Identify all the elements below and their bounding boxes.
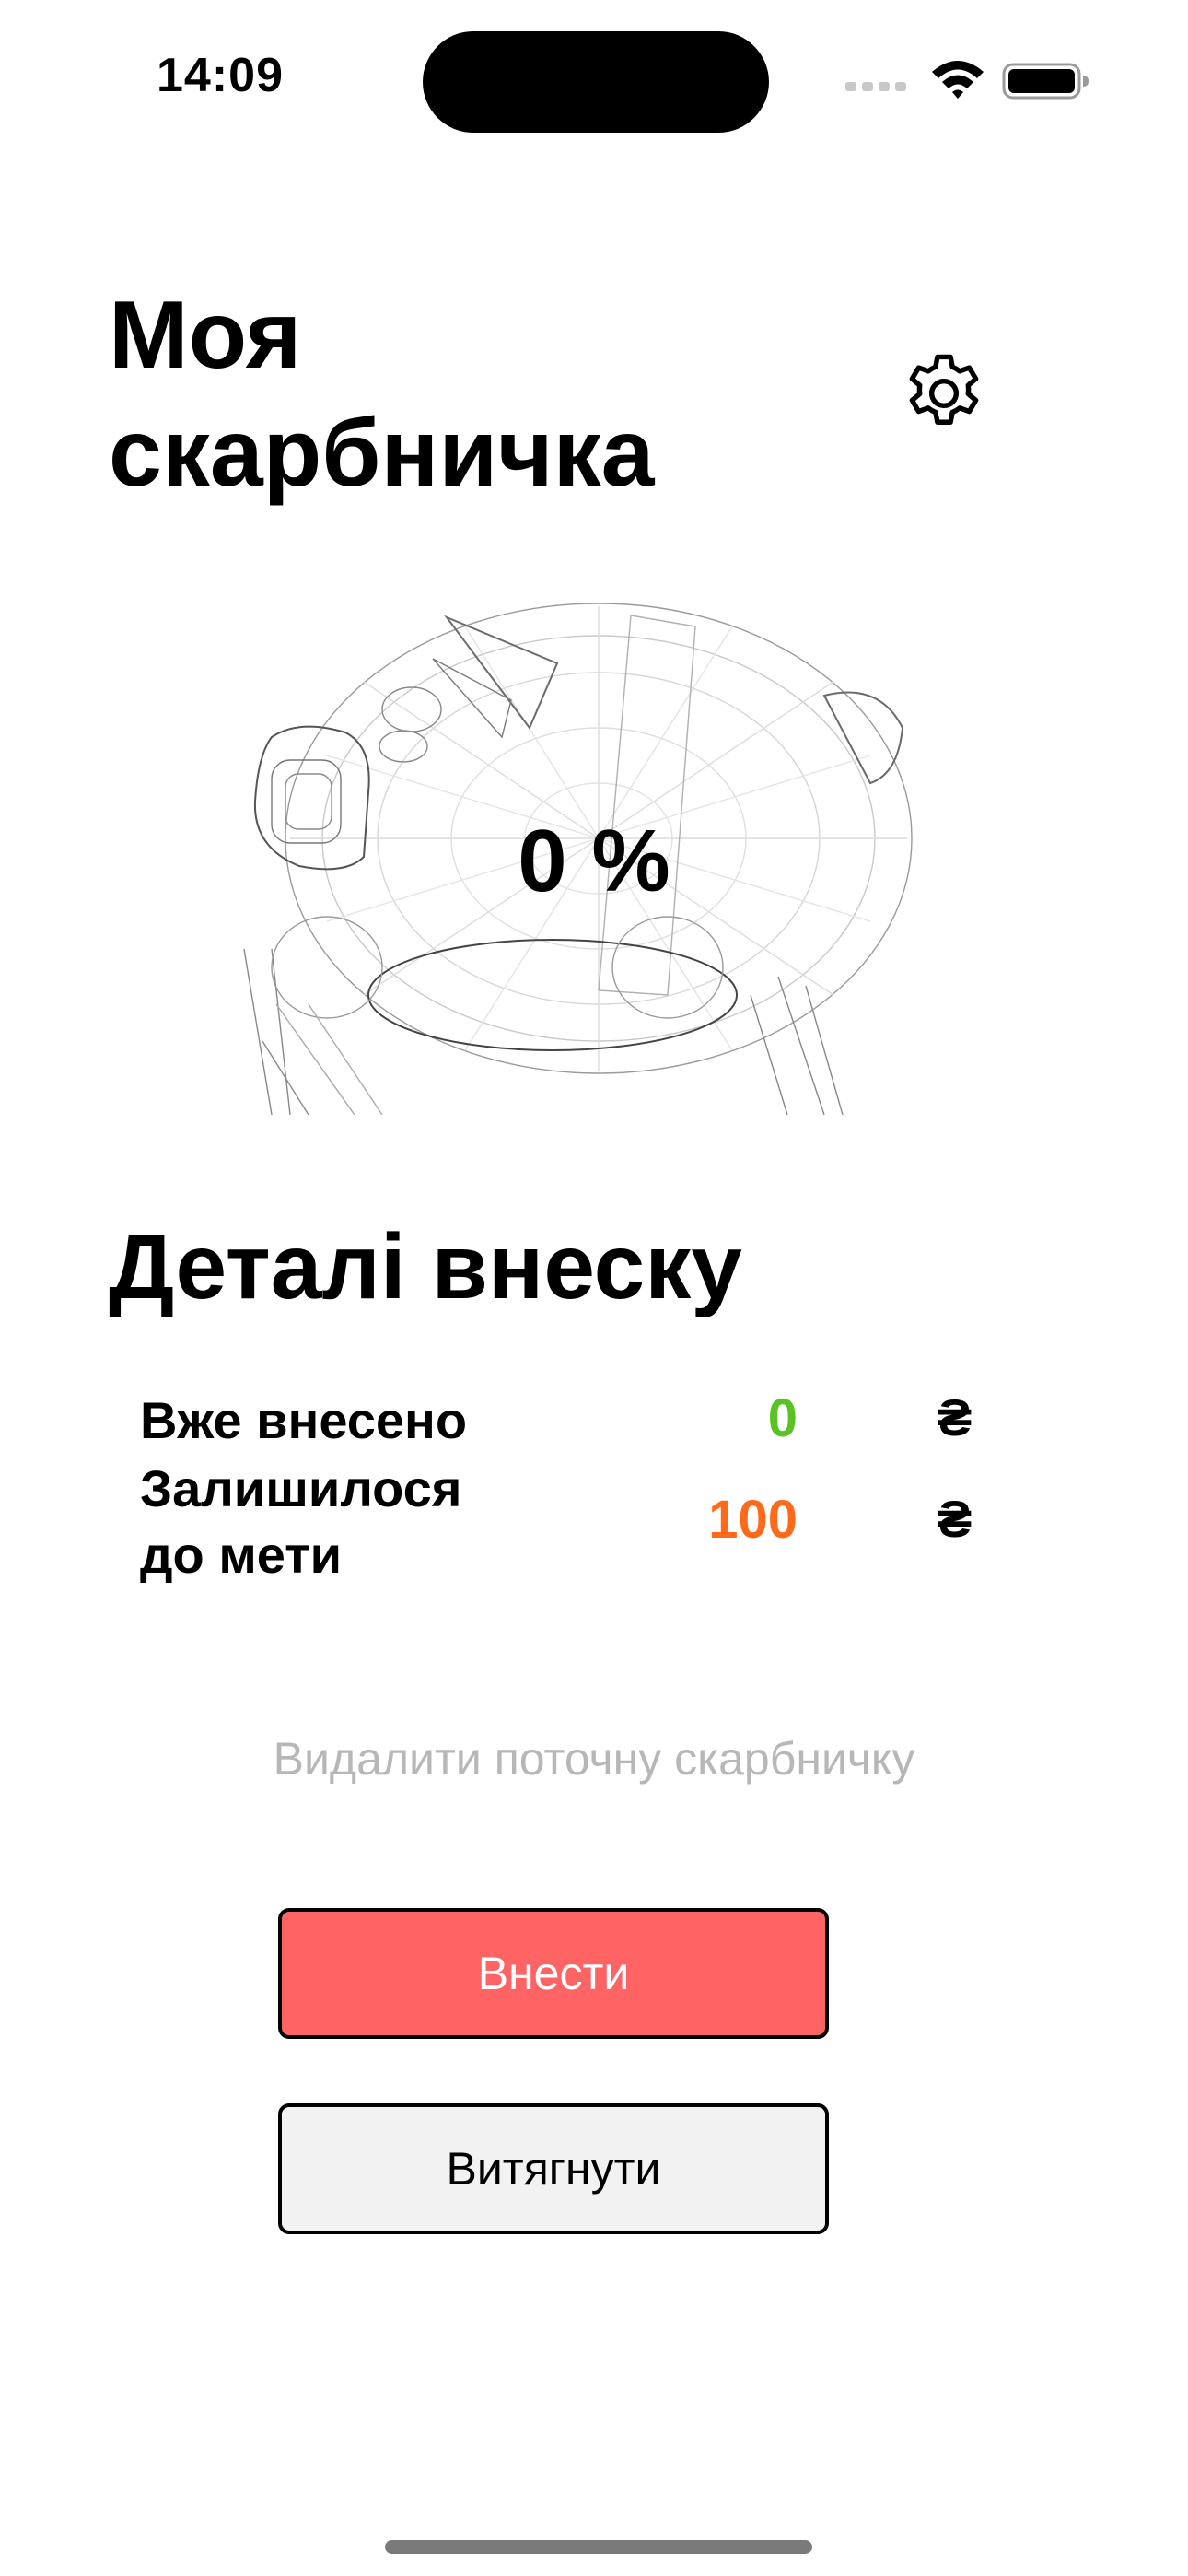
progress-percent-label: 0 %	[518, 812, 670, 910]
page-title-line1: Моя	[109, 282, 302, 389]
remaining-value: 100	[708, 1490, 798, 1550]
settings-button[interactable]	[893, 343, 995, 444]
gear-icon	[909, 354, 979, 425]
remaining-currency: ₴	[938, 1490, 973, 1548]
battery-icon	[1002, 63, 1090, 104]
deposited-value: 0	[767, 1388, 798, 1448]
deposited-currency: ₴	[938, 1388, 973, 1446]
wifi-icon	[928, 57, 987, 106]
deposit-button[interactable]: Внести	[278, 1908, 829, 2039]
deposited-label: Вже внесено	[140, 1388, 467, 1454]
remaining-label-line2: до мети	[140, 1526, 342, 1584]
remaining-label-line1: Залишилося	[140, 1459, 462, 1517]
deposit-button-label: Внести	[477, 1948, 630, 1999]
page-title: Моя скарбничка	[109, 276, 772, 512]
dynamic-island	[423, 31, 769, 133]
withdraw-button[interactable]: Витягнути	[278, 2103, 829, 2234]
withdraw-button-label: Витягнути	[446, 2143, 661, 2195]
delete-piggy-bank-link[interactable]: Видалити поточну скарбничку	[0, 1732, 1188, 1786]
status-time: 14:09	[157, 49, 284, 102]
page-title-line2: скарбничка	[109, 400, 655, 507]
deposited-label-text: Вже внесено	[140, 1391, 468, 1449]
home-indicator[interactable]	[385, 2540, 812, 2554]
details-title: Деталі внеску	[109, 1215, 742, 1318]
remaining-label: Залишилося до мети	[140, 1456, 461, 1588]
cellular-signal-icon	[845, 79, 906, 99]
